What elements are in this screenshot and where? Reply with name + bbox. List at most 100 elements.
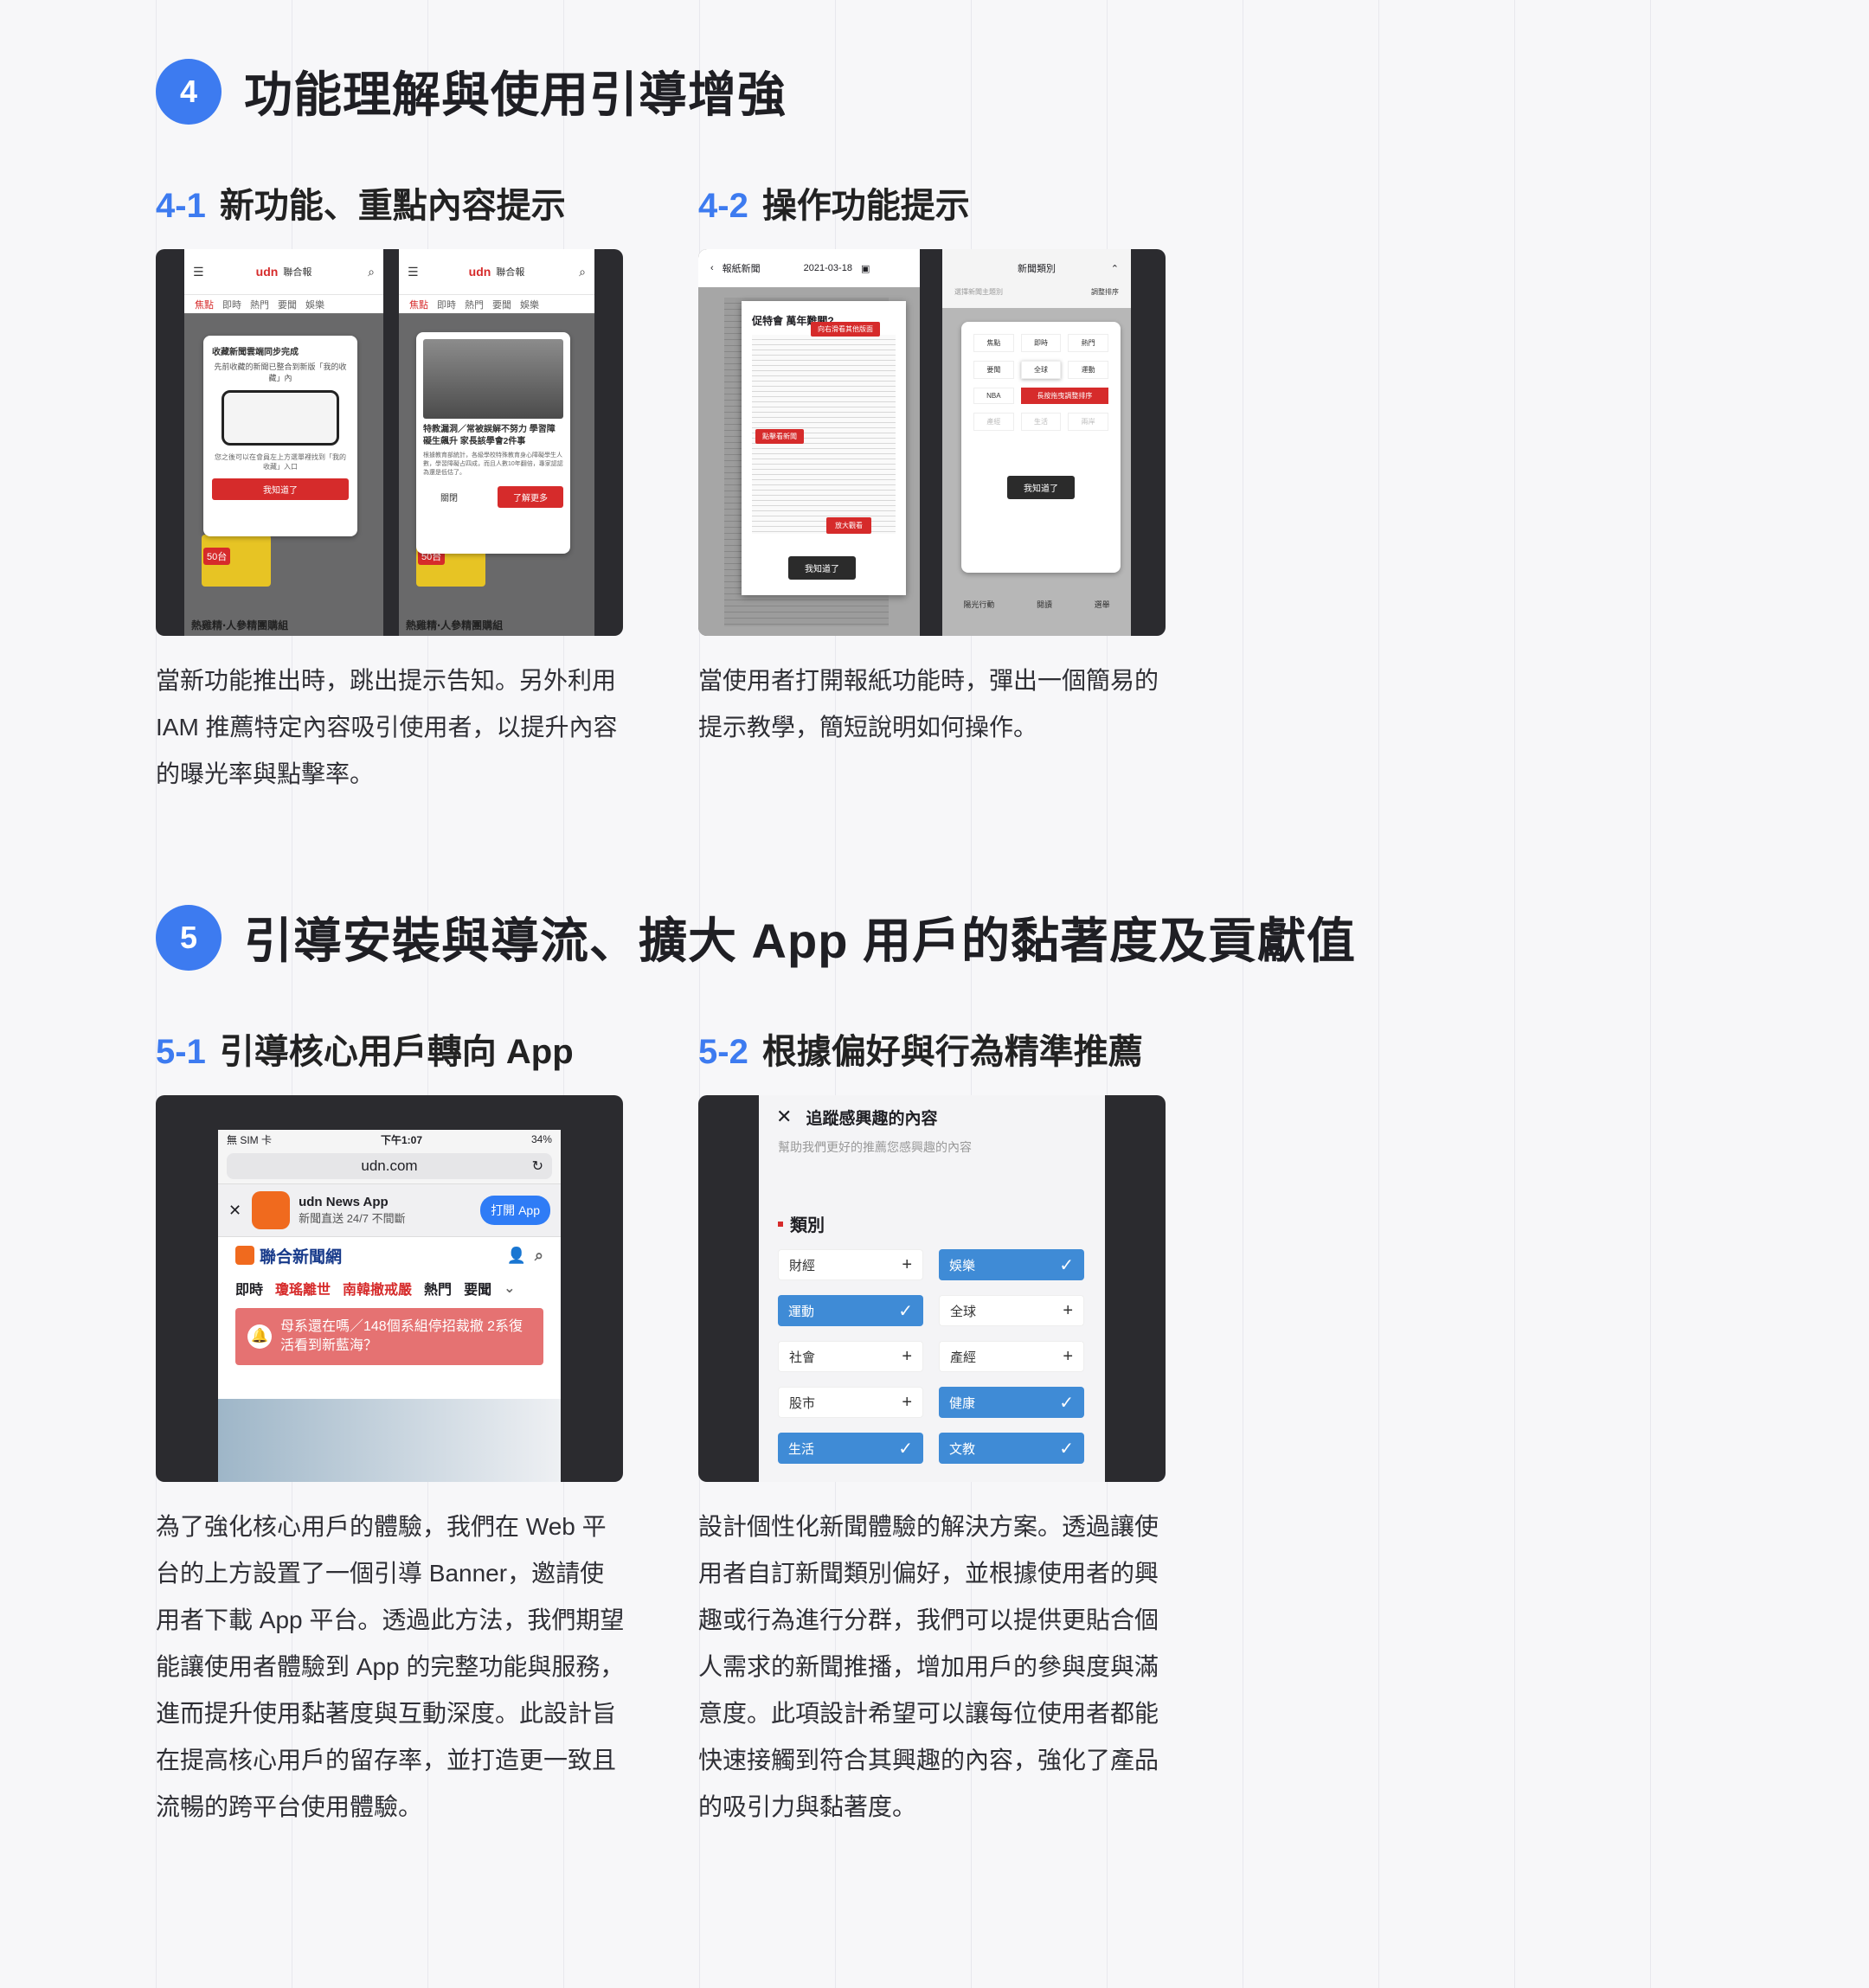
tab-item[interactable]: 娛樂 xyxy=(520,298,539,311)
category-chip[interactable]: 文教 ✓ xyxy=(939,1433,1084,1464)
app-icon xyxy=(252,1191,291,1229)
bottom-categories: 陽光行動 閱讀 選舉 xyxy=(942,599,1131,610)
section-title: 功能理解與使用引導增強 xyxy=(244,67,787,122)
chip-label: 產經 xyxy=(950,1350,977,1365)
app-name: udn News App xyxy=(299,1195,389,1209)
check-icon: ✓ xyxy=(1059,1255,1074,1275)
open-app-button[interactable]: 打開 App xyxy=(480,1196,550,1225)
udn-logo: udn xyxy=(468,265,491,279)
category-item[interactable]: 兩岸 xyxy=(1068,413,1108,431)
newspaper-header: ‹ 報紙新聞 2021-03-18 ▣ xyxy=(698,249,920,287)
category-item[interactable]: 全球 xyxy=(1020,361,1062,379)
tab-item[interactable]: 焦點 xyxy=(409,298,428,311)
nav-item[interactable]: 南韓撤戒嚴 xyxy=(343,1278,412,1299)
bottom-category-item[interactable]: 選舉 xyxy=(1095,599,1110,610)
category-item[interactable]: 運動 xyxy=(1068,361,1108,379)
app-banner: ✕ udn News App 新聞直送 24/7 不間斷 打開 App xyxy=(218,1183,561,1237)
app-info: udn News App 新聞直送 24/7 不間斷 xyxy=(299,1195,406,1226)
screenshot-4-1: ☰ udn 聯合報 ⌕ 焦點 即時 熱門 要聞 娛樂 50台 熱雞精‧人參精團購… xyxy=(156,249,623,636)
category-item[interactable]: 即時 xyxy=(1020,334,1062,352)
collapse-icon[interactable]: ⌃ xyxy=(1111,263,1119,274)
battery-text: 34% xyxy=(530,1133,552,1145)
category-item[interactable]: 熱門 xyxy=(1068,334,1108,352)
screenshot-5-2: ✕ 追蹤感興趣的內容 幫助我們更好的推薦您感興趣的內容 類別 財經 + 娛樂 ✓ 運… xyxy=(698,1095,1166,1482)
subsection-number: 4-1 xyxy=(156,187,206,225)
bottom-category-item[interactable]: 陽光行動 xyxy=(963,599,994,610)
user-icon[interactable]: 👤 xyxy=(506,1247,525,1265)
got-it-button[interactable]: 我知道了 xyxy=(1007,476,1075,499)
category-chip[interactable]: 健康 ✓ xyxy=(939,1387,1084,1418)
sort-tip-card: 焦點 即時 熱門 要聞 全球 運動 NBA 長按拖曳調整排序 產經 生活 兩岸 … xyxy=(961,322,1121,573)
category-chip[interactable]: 全球 + xyxy=(939,1295,1084,1326)
alert-banner[interactable]: 🔔 母系還在嗎／148個系組停招裁撤 2系復活看到新藍海？ xyxy=(235,1308,543,1365)
section-4-header: 4 功能理解與使用引導增強 xyxy=(156,56,787,126)
tab-item[interactable]: 即時 xyxy=(437,298,456,311)
tip-card-note: 您之後可以在會員左上方選單裡找到「我的收藏」入口 xyxy=(215,453,346,471)
category-chip[interactable]: 運動 ✓ xyxy=(778,1295,923,1326)
check-icon: ✓ xyxy=(1059,1393,1074,1413)
category-item[interactable]: 產經 xyxy=(973,413,1014,431)
got-it-button[interactable]: 我知道了 xyxy=(212,478,349,500)
header-date: 2021-03-18 xyxy=(803,263,852,273)
modal-header: ✕ 追蹤感興趣的內容 xyxy=(759,1095,1105,1138)
tab-item[interactable]: 焦點 xyxy=(195,298,214,311)
check-icon: ✓ xyxy=(898,1301,913,1321)
category-item[interactable]: 生活 xyxy=(1020,413,1062,431)
tab-item[interactable]: 娛樂 xyxy=(305,298,324,311)
close-button[interactable]: 關閉 xyxy=(423,491,458,503)
nav-item[interactable]: 要聞 xyxy=(464,1278,491,1299)
chip-label: 生活 xyxy=(788,1441,815,1457)
udn-logo: udn xyxy=(255,265,279,279)
tip-card-title: 收藏新聞雲端同步完成 xyxy=(212,348,299,357)
nav-item[interactable]: 瓊瑤離世 xyxy=(275,1278,331,1299)
category-chip[interactable]: 股市 + xyxy=(778,1387,923,1418)
subsection-4-1-heading: 4-1 新功能、重點內容提示 xyxy=(156,177,566,228)
brand-name: 聯合報 xyxy=(496,267,525,278)
calendar-icon[interactable]: ▣ xyxy=(861,263,870,274)
nav-item[interactable]: 即時 xyxy=(235,1278,263,1299)
chip-label: 社會 xyxy=(789,1350,816,1365)
plus-icon: + xyxy=(902,1254,912,1274)
carrier-text: 無 SIM 卡 xyxy=(227,1133,273,1146)
category-item[interactable]: NBA xyxy=(973,388,1014,404)
url-bar[interactable]: udn.com ↻ xyxy=(227,1153,552,1179)
section-label-text: 類別 xyxy=(790,1216,825,1235)
bottom-category-item[interactable]: 閱讀 xyxy=(1037,599,1052,610)
search-icon[interactable]: ⌕ xyxy=(535,1247,543,1265)
tab-item[interactable]: 要聞 xyxy=(278,298,297,311)
header-title: 報紙新聞 xyxy=(722,264,761,274)
alert-text: 母系還在嗎／148個系組停招裁撤 2系復活看到新藍海？ xyxy=(280,1319,523,1353)
description-4-2: 當使用者打開報紙功能時，彈出一個簡易的提示教學，簡短說明如何操作。 xyxy=(698,667,1159,741)
search-icon: ⌕ xyxy=(579,264,586,279)
category-chip[interactable]: 娛樂 ✓ xyxy=(939,1249,1084,1280)
close-icon[interactable]: ✕ xyxy=(776,1106,792,1128)
category-item[interactable]: 焦點 xyxy=(973,334,1014,352)
category-chip[interactable]: 生活 ✓ xyxy=(778,1433,923,1464)
tab-item[interactable]: 要聞 xyxy=(492,298,511,311)
learn-more-button[interactable]: 了解更多 xyxy=(498,486,563,508)
chevron-down-icon[interactable]: ⌄ xyxy=(504,1279,515,1297)
tab-item[interactable]: 即時 xyxy=(222,298,241,311)
tab-item[interactable]: 熱門 xyxy=(250,298,269,311)
app-header: ☰ udn 聯合報 ⌕ xyxy=(399,249,594,295)
site-header: 聯合新聞網 👤 ⌕ xyxy=(218,1237,561,1273)
site-logo-icon xyxy=(235,1246,254,1265)
got-it-button[interactable]: 我知道了 xyxy=(788,556,856,580)
category-chip[interactable]: 財經 + xyxy=(778,1249,923,1280)
nav-item[interactable]: 熱門 xyxy=(424,1278,452,1299)
subsection-number: 5-2 xyxy=(698,1033,748,1071)
tab-item[interactable]: 熱門 xyxy=(465,298,484,311)
phone-mockup: ☰ udn 聯合報 ⌕ 焦點 即時 熱門 要聞 娛樂 50台 熱雞精‧人參精團購… xyxy=(399,249,594,636)
sort-link[interactable]: 調整排序 xyxy=(1091,287,1119,297)
close-icon[interactable]: ✕ xyxy=(228,1202,241,1220)
reload-icon[interactable]: ↻ xyxy=(532,1158,543,1175)
category-chip[interactable]: 社會 + xyxy=(778,1341,923,1372)
description-5-1: 為了強化核心用戶的體驗，我們在 Web 平台的上方設置了一個引導 Banner，… xyxy=(156,1513,625,1820)
category-item[interactable]: 要聞 xyxy=(973,361,1014,379)
grid-line xyxy=(1378,0,1379,1988)
category-header: 新聞類別 ⌃ xyxy=(942,249,1131,287)
modal-subtitle: 幫助我們更好的推薦您感興趣的內容 xyxy=(778,1140,972,1154)
category-chip[interactable]: 產經 + xyxy=(939,1341,1084,1372)
back-icon[interactable]: ‹ xyxy=(710,263,714,273)
chip-label: 娛樂 xyxy=(949,1258,976,1273)
